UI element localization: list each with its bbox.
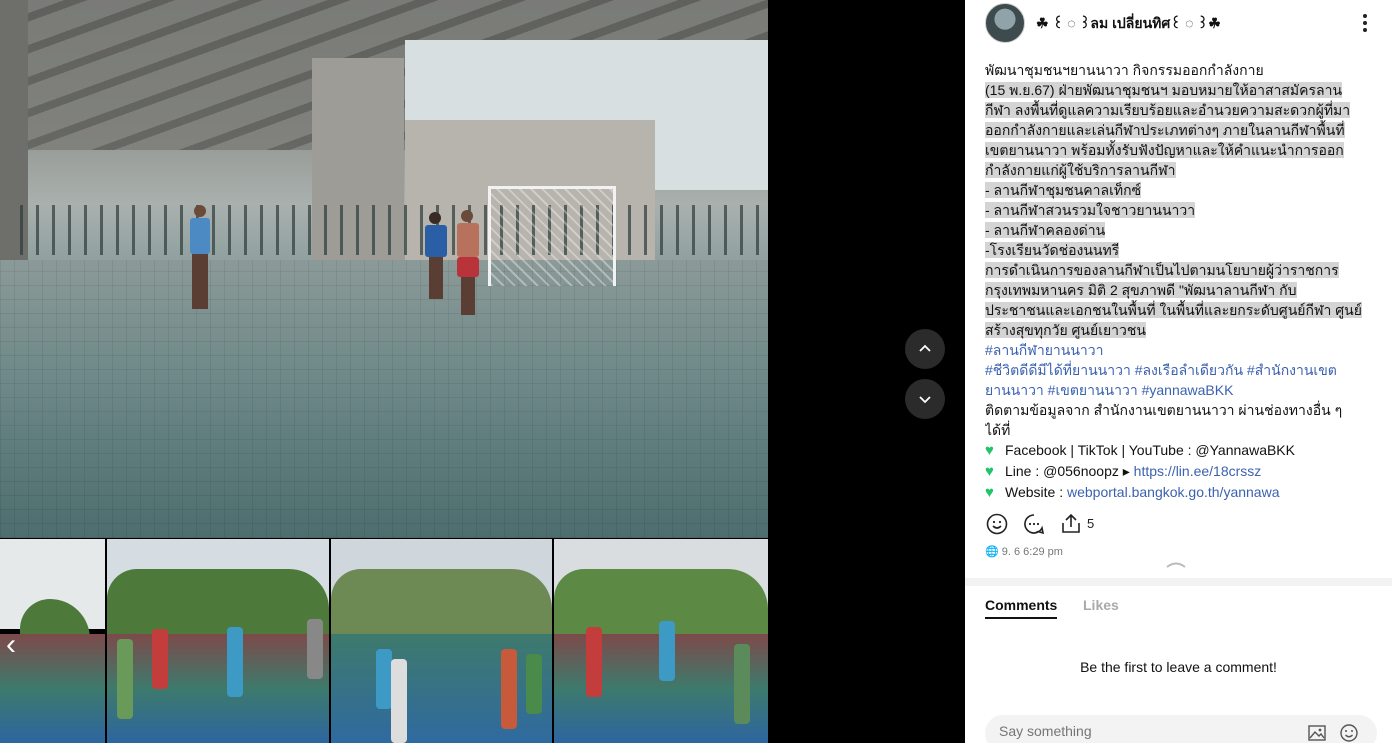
contact-link[interactable]: webportal.bangkok.go.th/yannawa: [1067, 484, 1279, 500]
contact-line: ♥ Line : @056noopz ▸ https://lin.ee/18crs…: [985, 463, 1262, 480]
divider: [965, 578, 1392, 586]
post-line: กีฬา ลงพื้นที่ดูแลความเรียบร้อยและอำนวยค…: [985, 102, 1351, 118]
main-photo[interactable]: [0, 0, 768, 538]
media-viewer: ‹: [0, 0, 965, 743]
post-timestamp: 🌐 9. 6 6:29 pm: [985, 546, 1063, 558]
hashtag-line[interactable]: #ชีวิตดีดีมีได้ที่ยานนาวา #ลงเรือลำเดียว…: [985, 360, 1373, 380]
hashtag-line[interactable]: #ลานกีฬายานนาวา: [985, 340, 1373, 360]
chevron-up-icon: [919, 344, 931, 352]
app-root: ‹ ☘ ꒰ ◌ ꒱ลม เปลี่ยนทิศ꒰ ◌ ꒱☘ พัฒนาชุมชนฯ…: [0, 0, 1392, 743]
green-heart-icon: ♥: [985, 463, 994, 480]
avatar[interactable]: [985, 3, 1025, 43]
post-line: กรุงเทพมหานคร มิติ 2 สุขภาพดี "พัฒนาลานก…: [985, 282, 1297, 298]
reaction-icon[interactable]: [985, 512, 1009, 536]
contact-line: ♥ Facebook | TikTok | YouTube : @YannawaB…: [985, 442, 1295, 459]
thumbnail[interactable]: [331, 539, 552, 743]
contact-link[interactable]: https://lin.ee/18crssz: [1134, 463, 1262, 479]
comment-composer: [985, 715, 1377, 743]
collapse-icon[interactable]: [1161, 558, 1191, 572]
post-line: การดำเนินการของลานกีฬาเป็นไปตามนโยบายผู้…: [985, 262, 1339, 278]
green-heart-icon: ♥: [985, 442, 994, 459]
green-heart-icon: ♥: [985, 484, 994, 501]
post-line: เขตยานนาวา พร้อมทั้งรับฟังปัญหาและให้คำแ…: [985, 142, 1344, 158]
post-line: ประชาชนและเอกชนในพื้นที่ ในพื้นที่และยกร…: [985, 302, 1362, 318]
post-line: (15 พ.ย.67) ฝ่ายพัฒนาชุมชนฯ มอบหมายให้อา…: [985, 82, 1343, 98]
post-line: - ลานกีฬาชุมชนคาลเท็กซ์: [985, 182, 1142, 198]
next-post-button[interactable]: [905, 379, 945, 419]
thumbnail-strip: ‹: [0, 539, 768, 743]
chevron-down-icon: [919, 396, 931, 404]
thumbnail[interactable]: [107, 539, 329, 743]
action-bar: 5: [985, 512, 1185, 538]
comment-icon[interactable]: [1022, 512, 1046, 536]
post-line: - ลานกีฬาคลองด่าน: [985, 222, 1106, 238]
thumbnail[interactable]: [554, 539, 768, 743]
more-options-icon[interactable]: [1355, 11, 1375, 35]
image-icon[interactable]: [1307, 723, 1327, 743]
comment-input[interactable]: [999, 723, 1279, 739]
contact-line: ♥ Website : webportal.bangkok.go.th/yanna…: [985, 484, 1280, 501]
tab-comments[interactable]: Comments: [985, 597, 1058, 619]
post-line: ติดตามข้อมูลจาก สำนักงานเขตยานนาวา ผ่านช…: [985, 402, 1343, 418]
post-line: - ลานกีฬาสวนรวมใจชาวยานนาวา: [985, 202, 1196, 218]
empty-comments-message: Be the first to leave a comment!: [1080, 659, 1277, 675]
post-line: กำลังกายแก่ผู้ใช้บริการลานกีฬา: [985, 162, 1176, 178]
author-name[interactable]: ☘ ꒰ ◌ ꒱ลม เปลี่ยนทิศ꒰ ◌ ꒱☘: [1036, 13, 1221, 35]
post-line: พัฒนาชุมชนฯยานนาวา กิจกรรมออกกำลังกาย: [985, 62, 1264, 78]
share-count: 5: [1087, 516, 1095, 531]
post-line: ออกกำลังกายและเล่นกีฬาประเภทต่างๆ ภายในล…: [985, 122, 1345, 138]
globe-icon: 🌐: [985, 546, 999, 558]
share-icon[interactable]: [1059, 512, 1083, 536]
emoji-icon[interactable]: [1339, 723, 1359, 743]
hashtag-line[interactable]: ยานนาวา #เขตยานนาวา #yannawaBKK: [985, 380, 1373, 400]
post-header: ☘ ꒰ ◌ ꒱ลม เปลี่ยนทิศ꒰ ◌ ꒱☘: [985, 3, 1385, 43]
post-line: -โรงเรียนวัดช่องนนทรี: [985, 242, 1120, 258]
post-line: ได้ที่: [985, 422, 1011, 438]
post-text: พัฒนาชุมชนฯยานนาวา กิจกรรมออกกำลังกาย (1…: [985, 60, 1373, 503]
tab-likes[interactable]: Likes: [1083, 597, 1119, 613]
post-panel: ☘ ꒰ ◌ ꒱ลม เปลี่ยนทิศ꒰ ◌ ꒱☘ พัฒนาชุมชนฯยา…: [965, 0, 1392, 743]
previous-post-button[interactable]: [905, 329, 945, 369]
post-line: สร้างสุขทุกวัย ศูนย์เยาวชน: [985, 322, 1146, 338]
thumbnail-prev-icon[interactable]: ‹: [6, 630, 30, 660]
